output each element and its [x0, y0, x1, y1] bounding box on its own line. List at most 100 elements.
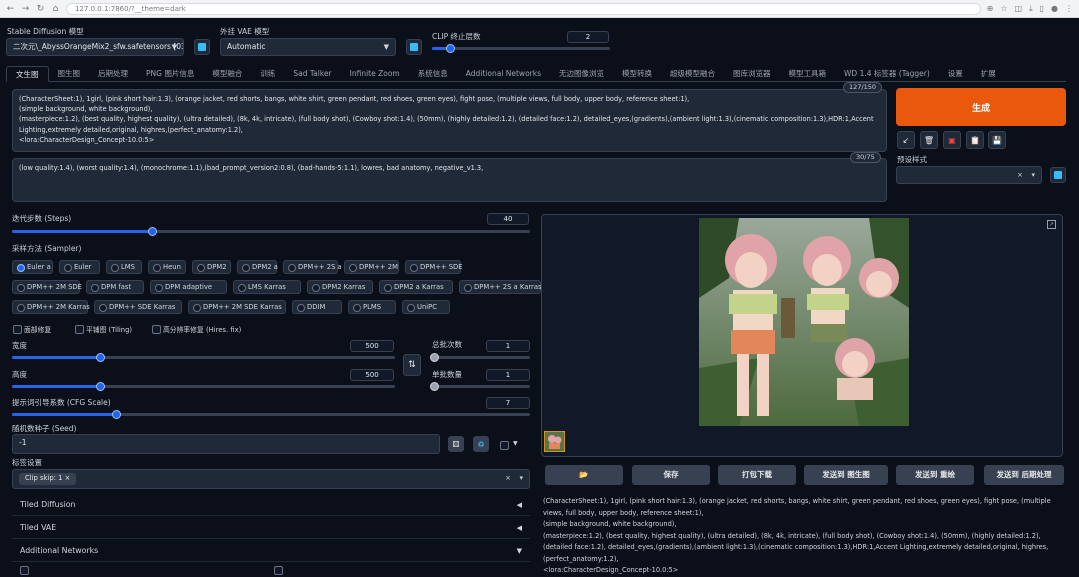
slider-handle[interactable]: [430, 353, 439, 362]
tab-2[interactable]: 后期处理: [89, 66, 137, 82]
batch-size-input[interactable]: 1: [486, 369, 530, 381]
fullscreen-icon[interactable]: ↗: [1047, 220, 1056, 229]
tab-12[interactable]: 超级模型融合: [661, 66, 724, 82]
height-input[interactable]: 500: [350, 369, 394, 381]
sampler-option[interactable]: DPM adaptive: [150, 280, 227, 294]
batch-count-input[interactable]: 1: [486, 340, 530, 352]
slider-handle[interactable]: [96, 353, 105, 362]
save-style-button[interactable]: 💾: [988, 131, 1006, 149]
steps-input[interactable]: 40: [487, 213, 529, 225]
refresh-vae-button[interactable]: [406, 39, 422, 55]
split-view-icon[interactable]: ▯: [1040, 4, 1044, 14]
cfg-input[interactable]: 7: [486, 397, 530, 409]
slider-handle[interactable]: [430, 382, 439, 391]
extensions-icon[interactable]: ◫: [1015, 4, 1023, 14]
seed-input[interactable]: -1: [12, 434, 440, 454]
sampler-option[interactable]: Euler: [59, 260, 100, 274]
tab-4[interactable]: 模型融合: [203, 66, 251, 82]
extra-networks-button[interactable]: ▣: [943, 131, 961, 149]
tiling-checkbox[interactable]: 平铺图 (Tiling): [75, 324, 132, 334]
sampler-option[interactable]: DPM2: [192, 260, 231, 274]
generate-button[interactable]: 生成: [896, 88, 1066, 126]
clear-icon[interactable]: ×: [505, 470, 511, 486]
slider-handle[interactable]: [148, 227, 157, 236]
batch-size-slider[interactable]: [430, 382, 530, 391]
sampler-option[interactable]: LMS Karras: [233, 280, 301, 294]
tab-17[interactable]: 扩展: [972, 66, 1005, 82]
send-to-inpaint-button[interactable]: 发送到 重绘: [896, 465, 974, 485]
clip-skip-input[interactable]: 2: [567, 31, 609, 43]
width-slider[interactable]: [12, 353, 395, 362]
sampler-option[interactable]: DPM2 Karras: [307, 280, 373, 294]
accordion-additional-networks[interactable]: Additional Networks ▼: [12, 540, 530, 562]
open-folder-button[interactable]: 📂: [545, 465, 623, 485]
tab-8[interactable]: 系统信息: [409, 66, 457, 82]
zoom-icon[interactable]: ⊕: [987, 4, 994, 14]
sampler-option[interactable]: DPM++ 2M: [344, 260, 399, 274]
restore-faces-checkbox[interactable]: 面部修复: [13, 324, 51, 334]
sampler-option[interactable]: DPM++ SDE Karras: [94, 300, 182, 314]
settings-override-select[interactable]: Clip skip: 1 × × ▾: [12, 469, 530, 489]
steps-slider[interactable]: [12, 227, 530, 236]
sampler-option[interactable]: DPM fast: [86, 280, 144, 294]
sampler-option[interactable]: DPM++ 2M SDE Karras: [188, 300, 286, 314]
swap-dimensions-button[interactable]: ⇅: [403, 354, 421, 376]
menu-icon[interactable]: ⋮: [1065, 4, 1073, 14]
accordion-tiled-vae[interactable]: Tiled VAE ◀: [12, 517, 530, 539]
apply-style-button[interactable]: 📋: [966, 131, 984, 149]
reuse-seed-button[interactable]: ♻: [473, 436, 489, 452]
tab-3[interactable]: PNG 图片信息: [137, 66, 203, 82]
clear-icon[interactable]: ×: [1017, 167, 1023, 183]
forward-icon[interactable]: →: [21, 4, 30, 14]
hires-fix-checkbox[interactable]: 高分辨率修复 (Hires. fix): [152, 324, 241, 334]
sampler-option[interactable]: Euler a: [12, 260, 53, 274]
cfg-slider[interactable]: [12, 410, 530, 419]
negative-prompt-input[interactable]: (low quality:1.4), (worst quality:1.4), …: [12, 158, 887, 202]
address-bar[interactable]: 127.0.0.1:7860/?__theme=dark: [66, 2, 981, 15]
height-slider[interactable]: [12, 382, 395, 391]
sampler-option[interactable]: DPM++ 2S a Karras: [459, 280, 542, 294]
bookmark-icon[interactable]: ☆: [1000, 4, 1007, 14]
tab-6[interactable]: Sad Talker: [284, 66, 340, 82]
sampler-option[interactable]: LMS: [106, 260, 142, 274]
back-icon[interactable]: ←: [6, 4, 15, 14]
vae-select[interactable]: Automatic ▼: [220, 38, 396, 56]
extra-seed-toggle-icon[interactable]: ▼: [513, 440, 518, 447]
width-input[interactable]: 500: [350, 340, 394, 352]
tab-15[interactable]: WD 1.4 标签器 (Tagger): [835, 66, 939, 82]
slider-handle[interactable]: [112, 410, 121, 419]
zip-download-button[interactable]: 打包下载: [718, 465, 796, 485]
profile-icon[interactable]: ●: [1051, 4, 1058, 14]
tab-1[interactable]: 图生图: [49, 66, 90, 82]
send-to-img2img-button[interactable]: 发送到 图生图: [804, 465, 888, 485]
sampler-option[interactable]: Heun: [148, 260, 186, 274]
sampler-option[interactable]: PLMS: [348, 300, 396, 314]
generated-image[interactable]: [699, 218, 909, 426]
tab-9[interactable]: Additional Networks: [457, 66, 550, 82]
sampler-option[interactable]: DDIM: [292, 300, 342, 314]
batch-count-slider[interactable]: [430, 353, 530, 362]
prompt-input[interactable]: (CharacterSheet:1), 1girl, (pink short h…: [12, 89, 887, 152]
slider-handle[interactable]: [446, 44, 455, 53]
refresh-models-button[interactable]: [194, 39, 210, 55]
random-seed-button[interactable]: ⚄: [448, 436, 464, 452]
sd-model-select[interactable]: 二次元\_AbyssOrangeMix2_sfw.safetensors [03…: [6, 38, 184, 56]
accordion-tiled-diffusion[interactable]: Tiled Diffusion ◀: [12, 494, 530, 516]
save-button[interactable]: 保存: [632, 465, 710, 485]
tab-5[interactable]: 训练: [251, 66, 284, 82]
tab-7[interactable]: Infinite Zoom: [341, 66, 409, 82]
clear-prompt-button[interactable]: 🗑: [920, 131, 938, 149]
slider-handle[interactable]: [96, 382, 105, 391]
sampler-option[interactable]: DPM++ SDE: [405, 260, 463, 274]
tab-13[interactable]: 图库浏览器: [724, 66, 780, 82]
downloads-icon[interactable]: ⤓: [1029, 4, 1033, 14]
style-select[interactable]: × ▾: [896, 166, 1042, 184]
sampler-option[interactable]: DPM2 a: [237, 260, 278, 274]
sampler-option[interactable]: DPM++ 2M Karras: [12, 300, 90, 314]
tab-0[interactable]: 文生图: [6, 66, 49, 82]
tab-14[interactable]: 模型工具箱: [780, 66, 836, 82]
image-thumbnail[interactable]: [544, 431, 565, 452]
clip-skip-slider[interactable]: [432, 44, 610, 53]
chip-remove-icon[interactable]: ×: [65, 474, 71, 482]
reload-icon[interactable]: ↻: [36, 4, 45, 14]
